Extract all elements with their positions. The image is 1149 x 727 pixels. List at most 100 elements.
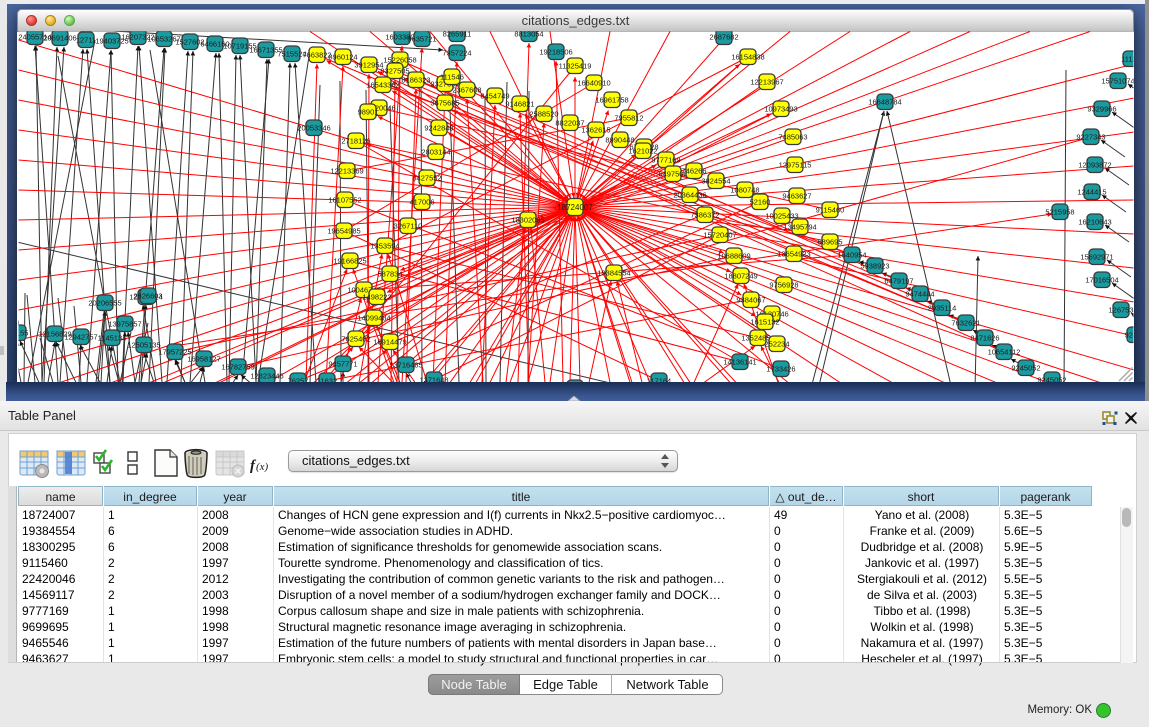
svg-text:9384067: 9384067	[736, 296, 765, 305]
svg-text:8822037: 8822037	[555, 119, 584, 128]
svg-text:7632621: 7632621	[951, 319, 980, 328]
svg-text:9327505: 9327505	[380, 67, 409, 76]
svg-text:3675685: 3675685	[430, 99, 459, 108]
svg-text:587834: 587834	[377, 270, 402, 279]
svg-text:14136141: 14136141	[723, 358, 756, 367]
svg-text:7485063: 7485063	[778, 133, 807, 142]
svg-text:39155: 39155	[8, 329, 29, 338]
svg-text:16640910: 16640910	[577, 79, 610, 88]
svg-text:7357224: 7357224	[442, 49, 471, 58]
svg-text:12213967: 12213967	[750, 78, 783, 87]
svg-text:6479197: 6479197	[884, 277, 913, 286]
svg-text:2826603: 2826603	[133, 292, 162, 301]
svg-text:5938923: 5938923	[860, 262, 889, 271]
svg-text:8960124: 8960124	[328, 53, 357, 62]
svg-text:1621022: 1621022	[628, 147, 657, 156]
svg-text:417006: 417006	[409, 198, 434, 207]
svg-text:20206555: 20206555	[88, 299, 121, 308]
svg-text:20053346: 20053346	[297, 124, 330, 133]
svg-text:12093872: 12093872	[1078, 161, 1111, 170]
svg-text:1362615: 1362615	[581, 126, 610, 135]
svg-text:7386372: 7386372	[690, 211, 719, 220]
svg-text:11325419: 11325419	[559, 62, 592, 71]
svg-text:252234: 252234	[764, 340, 789, 349]
svg-text:19384554: 19384554	[597, 269, 630, 278]
svg-text:12942757: 12942757	[64, 333, 97, 342]
svg-text:10688609: 10688609	[717, 252, 750, 261]
svg-text:19166825: 19166825	[333, 257, 366, 266]
svg-text:7625402: 7625402	[341, 335, 370, 344]
svg-text:52160: 52160	[750, 198, 771, 207]
svg-text:11123: 11123	[1121, 55, 1141, 64]
svg-text:10973493: 10973493	[764, 105, 797, 114]
svg-text:14099484: 14099484	[357, 314, 390, 323]
svg-text:9777169: 9777169	[651, 156, 680, 165]
svg-text:2588520: 2588520	[529, 110, 558, 119]
svg-text:1640954: 1640954	[837, 251, 866, 260]
svg-text:7663822: 7663822	[302, 51, 331, 60]
svg-text:111546: 111546	[440, 73, 464, 82]
svg-text:1145134: 1145134	[98, 334, 127, 343]
svg-text:1733426: 1733426	[766, 365, 795, 374]
svg-text:12213369: 12213369	[330, 167, 363, 176]
svg-text:17016504: 17016504	[1085, 276, 1118, 285]
svg-text:9329966: 9329966	[1087, 105, 1116, 114]
svg-text:2367608: 2367608	[452, 86, 481, 95]
svg-text:16154838: 16154838	[731, 53, 764, 62]
svg-text:835061: 835061	[0, 319, 21, 328]
svg-text:16961758: 16961758	[595, 96, 628, 105]
svg-text:126753: 126753	[1108, 306, 1133, 315]
svg-text:8471626: 8471626	[970, 334, 999, 343]
svg-text:10654112: 10654112	[988, 348, 1021, 357]
svg-text:1244415: 1244415	[1077, 188, 1106, 197]
svg-text:16782759: 16782759	[221, 363, 254, 372]
svg-text:15692971: 15692971	[1080, 253, 1113, 262]
svg-text:7955812: 7955812	[614, 114, 643, 123]
svg-text:19654985: 19654985	[327, 227, 360, 236]
svg-text:2687682: 2687682	[709, 33, 738, 42]
svg-text:1353594: 1353594	[370, 242, 399, 251]
svg-text:746266: 746266	[681, 167, 706, 176]
svg-text:3912954: 3912954	[354, 61, 383, 70]
svg-text:8186323: 8186323	[401, 76, 430, 85]
svg-text:689695: 689695	[817, 238, 842, 247]
svg-text:9463627: 9463627	[782, 192, 811, 201]
svg-text:16914479: 16914479	[373, 338, 406, 347]
svg-text:13495794: 13495794	[783, 223, 816, 232]
svg-text:19218506: 19218506	[539, 48, 572, 57]
svg-text:13654923: 13654923	[777, 250, 810, 259]
svg-text:16107552: 16107552	[328, 196, 361, 205]
svg-text:12823446: 12823446	[250, 372, 283, 381]
svg-text:(x): (x)	[256, 461, 269, 473]
svg-text:92450: 92450	[1125, 331, 1146, 340]
svg-text:18302095: 18302095	[511, 216, 544, 225]
svg-text:18807249: 18807249	[724, 272, 757, 281]
svg-text:9635721: 9635721	[407, 35, 436, 44]
svg-text:2803144: 2803144	[421, 148, 450, 157]
svg-text:1080748: 1080748	[730, 186, 759, 195]
svg-text:9115460: 9115460	[816, 206, 845, 215]
svg-text:3824554: 3824554	[701, 177, 730, 186]
svg-text:16648784: 16648784	[868, 98, 901, 107]
svg-text:8265911: 8265911	[443, 30, 472, 39]
svg-text:16210643: 16210643	[1078, 218, 1111, 227]
svg-text:9146821: 9146821	[505, 100, 534, 109]
svg-text:15720407: 15720407	[703, 231, 736, 240]
svg-text:9227343: 9227343	[1076, 133, 1105, 142]
svg-text:5215958: 5215958	[1045, 208, 1074, 217]
svg-text:20691406: 20691406	[43, 34, 76, 43]
svg-text:3267110: 3267110	[394, 222, 423, 231]
svg-text:12711: 12711	[76, 36, 96, 45]
svg-text:9242848: 9242848	[424, 124, 453, 133]
svg-text:16543362: 16543362	[366, 81, 399, 90]
svg-text:16958127: 16958127	[187, 355, 220, 364]
svg-text:13716485: 13716485	[389, 361, 422, 370]
svg-text:8813054: 8813054	[514, 30, 543, 39]
svg-text:8427552: 8427552	[412, 174, 441, 183]
svg-text:2718126: 2718126	[341, 137, 370, 146]
svg-text:2935114: 2935114	[928, 304, 957, 313]
svg-text:9474444: 9474444	[905, 290, 934, 299]
svg-text:12505135: 12505135	[127, 341, 160, 350]
svg-text:13975857: 13975857	[108, 320, 141, 329]
svg-text:9457771: 9457771	[328, 360, 357, 369]
